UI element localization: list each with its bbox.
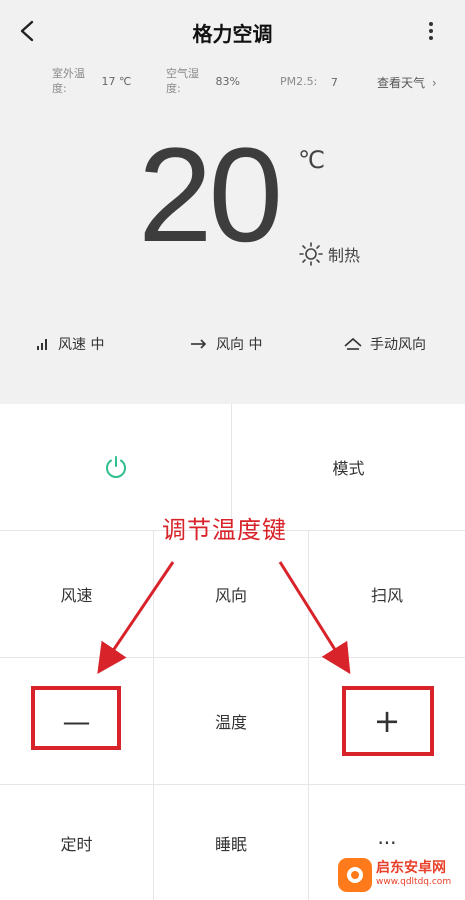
pm25-label: PM2.5: xyxy=(280,75,318,88)
control-grid: 模式 风速 风向 扫风 — 温度 + 定时 睡眠 ··· xyxy=(0,404,465,900)
divider xyxy=(308,531,309,900)
watermark-logo-icon xyxy=(338,858,372,892)
arrow-right-icon xyxy=(191,339,207,349)
fan-speed-button-label: 风速 xyxy=(60,586,93,605)
humidity: 空气湿度: 83% xyxy=(166,66,276,96)
sleep-button[interactable]: 睡眠 xyxy=(154,785,308,900)
pm25-value: 7 xyxy=(330,75,338,89)
divider xyxy=(0,784,465,785)
wind-direction-status: 风向 中 xyxy=(190,334,262,354)
signal-bars-icon xyxy=(37,339,47,350)
wind-direction-button-label: 风向 xyxy=(214,586,247,605)
wind-direction-button[interactable]: 风向 xyxy=(154,531,308,657)
swing-button-label: 扫风 xyxy=(370,586,403,605)
power-icon xyxy=(105,456,126,478)
humidity-label: 空气湿度: xyxy=(166,67,199,95)
fan-speed-status: 风速 中 xyxy=(36,334,104,354)
watermark-name: 启东安卓网 xyxy=(376,860,446,876)
timer-button[interactable]: 定时 xyxy=(0,785,153,900)
more-vertical-icon[interactable] xyxy=(418,16,444,46)
temperature-label-cell: 温度 xyxy=(154,658,308,784)
divider xyxy=(153,531,154,900)
outdoor-temperature-label: 室外温度: xyxy=(52,67,85,95)
annotation-box-minus xyxy=(31,686,121,750)
fan-speed-button[interactable]: 风速 xyxy=(0,531,153,657)
pm25: PM2.5: 7 xyxy=(280,74,360,90)
timer-button-label: 定时 xyxy=(60,834,93,854)
manual-direction-status: 手动风向 xyxy=(344,334,426,354)
chevron-right-icon: › xyxy=(431,76,437,90)
view-weather-label: 查看天气 xyxy=(377,76,426,90)
annotation-box-plus xyxy=(342,686,434,756)
divider xyxy=(0,657,465,658)
temperature-unit: ℃ xyxy=(298,146,325,174)
page-title: 格力空调 xyxy=(192,22,273,46)
swing-icon xyxy=(344,337,362,350)
humidity-value: 83% xyxy=(215,74,240,88)
watermark: 启东安卓网 www.qdltdq.com xyxy=(338,858,451,892)
sun-icon xyxy=(299,242,323,266)
annotation-text: 调节温度键 xyxy=(162,516,287,544)
swing-button[interactable]: 扫风 xyxy=(309,531,465,657)
outdoor-temperature-value: 17 ℃ xyxy=(101,74,132,88)
outdoor-temperature: 室外温度: 17 ℃ xyxy=(52,66,162,96)
manual-direction-status-label: 手动风向 xyxy=(370,337,426,353)
fan-speed-status-label: 风速 中 xyxy=(58,337,105,353)
mode-button-label: 模式 xyxy=(332,459,365,478)
sleep-button-label: 睡眠 xyxy=(214,834,247,854)
wind-direction-status-label: 风向 中 xyxy=(216,337,263,353)
more-dots-icon: ··· xyxy=(377,830,397,855)
view-weather-link[interactable]: 查看天气 › xyxy=(377,74,437,91)
current-temperature: 20 xyxy=(138,121,283,270)
mode-indicator: 制热 xyxy=(298,240,360,268)
watermark-url: www.qdltdq.com xyxy=(376,877,452,887)
temperature-control-label: 温度 xyxy=(214,713,247,732)
mode-label: 制热 xyxy=(328,246,361,265)
